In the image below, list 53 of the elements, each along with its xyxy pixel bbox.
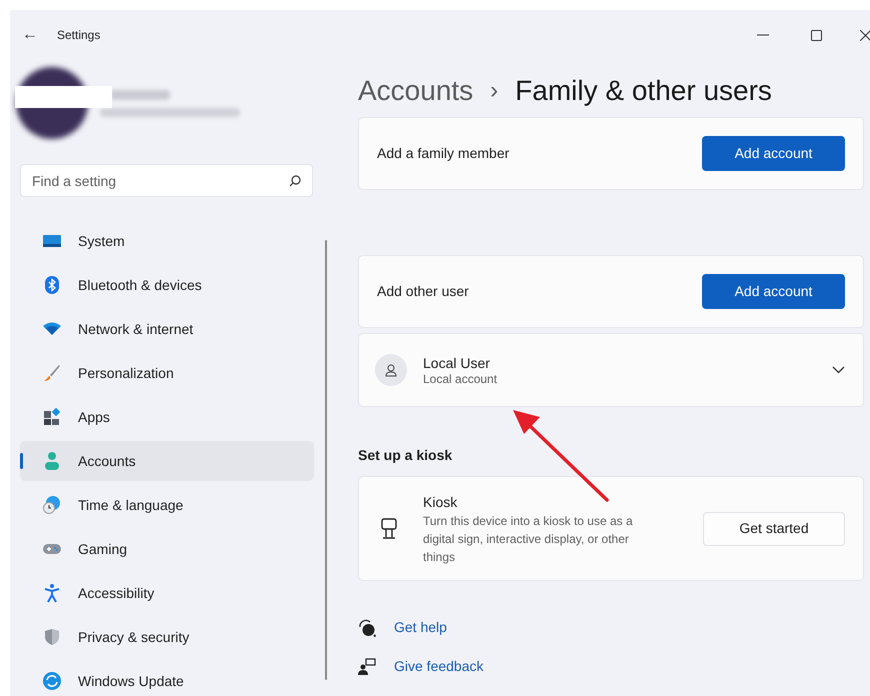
- add-account-button[interactable]: Add account: [702, 274, 845, 309]
- update-icon: [42, 671, 62, 691]
- paintbrush-icon: [43, 364, 61, 382]
- shield-icon: [44, 628, 60, 646]
- help-icon: [358, 618, 376, 636]
- chevron-icon[interactable]: [832, 366, 845, 374]
- search-field[interactable]: Find a setting: [20, 164, 313, 197]
- kiosk-icon: [381, 518, 397, 540]
- accessibility-icon: [44, 583, 60, 603]
- sidebar-item[interactable]: Windows Update: [20, 661, 314, 696]
- gamepad-icon: [42, 542, 62, 556]
- page-title: Family & other users: [515, 74, 772, 108]
- wifi-icon: [42, 322, 62, 336]
- account-type: Local account: [423, 372, 498, 386]
- help-link[interactable]: Get help: [394, 617, 447, 638]
- globe-clock-icon: [42, 495, 62, 515]
- get-started-button[interactable]: Get started: [703, 512, 845, 546]
- window-title: Settings: [57, 27, 100, 44]
- sidebar-item[interactable]: Accessibility: [20, 573, 314, 613]
- sidebar-item[interactable]: Personalization: [20, 353, 314, 393]
- close-icon[interactable]: [860, 30, 870, 40]
- person-outline-icon: [385, 364, 397, 376]
- scrollbar[interactable]: [325, 240, 327, 680]
- apps-icon: [43, 408, 61, 426]
- section-heading: Set up a kiosk: [358, 446, 454, 465]
- maximize-icon[interactable]: [811, 30, 822, 40]
- sidebar-item[interactable]: Network & internet: [20, 309, 314, 349]
- sidebar-item[interactable]: Bluetooth & devices: [20, 265, 314, 305]
- help-link[interactable]: Give feedback: [394, 656, 484, 677]
- kiosk-title: Kiosk: [423, 492, 458, 512]
- sidebar-item[interactable]: Apps: [20, 397, 314, 437]
- card-label: Add other user: [377, 282, 469, 301]
- kiosk-description: Turn this device into a kiosk to use as a digital sign, interactive display, or other things: [423, 512, 634, 566]
- selection-indicator: [20, 453, 23, 469]
- back-button[interactable]: ←: [20, 23, 40, 47]
- person-icon: [44, 451, 60, 471]
- search-icon: [289, 175, 301, 187]
- add-account-button[interactable]: Add account: [702, 136, 845, 171]
- sidebar-item[interactable]: Time & language: [20, 485, 314, 525]
- sidebar-item[interactable]: Gaming: [20, 529, 314, 569]
- monitor-icon: [42, 233, 62, 249]
- breadcrumb-separator: ›: [490, 76, 498, 106]
- minimize-icon[interactable]: [757, 34, 769, 36]
- user-name: Local User: [423, 354, 491, 372]
- blurred-account-name: [110, 90, 170, 100]
- card-label: Add a family member: [377, 144, 510, 163]
- sidebar-item[interactable]: Privacy & security: [20, 617, 314, 657]
- sidebar-item[interactable]: Accounts: [20, 441, 314, 481]
- breadcrumb-link[interactable]: Accounts: [358, 70, 474, 112]
- bluetooth-icon: [44, 275, 60, 295]
- user-row[interactable]: Local User Local account: [358, 333, 864, 407]
- feedback-icon: [358, 658, 376, 676]
- sidebar-item[interactable]: System: [20, 221, 314, 261]
